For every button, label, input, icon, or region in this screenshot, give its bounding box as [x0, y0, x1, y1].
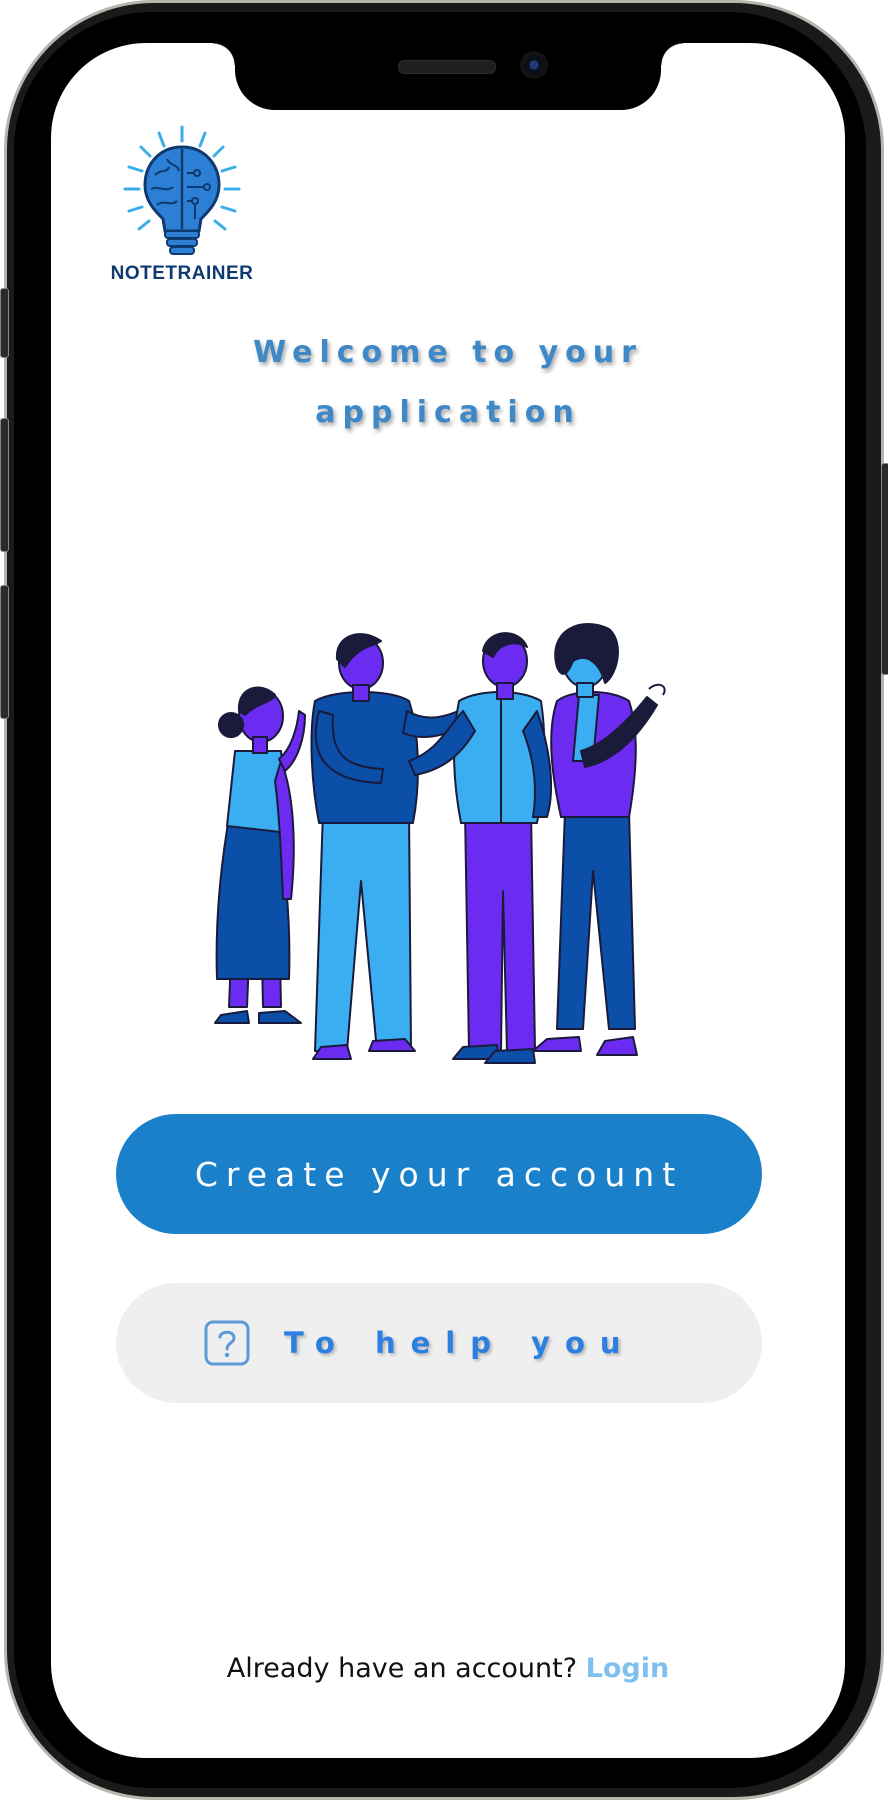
logo-wordmark: NOTETRAINER [110, 263, 254, 284]
lightbulb-brain-icon [123, 125, 241, 255]
help-button[interactable]: To help you [116, 1283, 762, 1403]
app-logo: NOTETRAINER [107, 123, 257, 293]
volume-down-button [0, 585, 9, 719]
welcome-heading: Welcome to your application [201, 323, 695, 443]
help-label: To help you [284, 1326, 636, 1360]
login-prompt: Already have an account? Login [51, 1653, 845, 1684]
front-camera [520, 51, 548, 79]
question-square-icon [204, 1320, 250, 1366]
mute-switch [0, 288, 9, 358]
person-man-center-right [408, 632, 553, 1064]
welcome-line-2: application [315, 395, 581, 430]
person-man-center-left [310, 633, 470, 1060]
person-woman-left [214, 686, 306, 1024]
create-account-button[interactable]: Create your account [116, 1114, 762, 1234]
people-greeting-illustration [214, 623, 666, 1064]
power-button [881, 463, 888, 675]
notch [213, 43, 683, 110]
person-woman-right [532, 623, 666, 1056]
login-prompt-text: Already have an account? [226, 1653, 578, 1684]
create-account-label: Create your account [194, 1154, 684, 1194]
login-link[interactable]: Login [586, 1653, 670, 1684]
app-screen: NOTETRAINER Welcome to your application [51, 43, 845, 1758]
welcome-line-1: Welcome to your [253, 335, 643, 370]
volume-up-button [0, 418, 9, 552]
earpiece-speaker [398, 60, 496, 74]
